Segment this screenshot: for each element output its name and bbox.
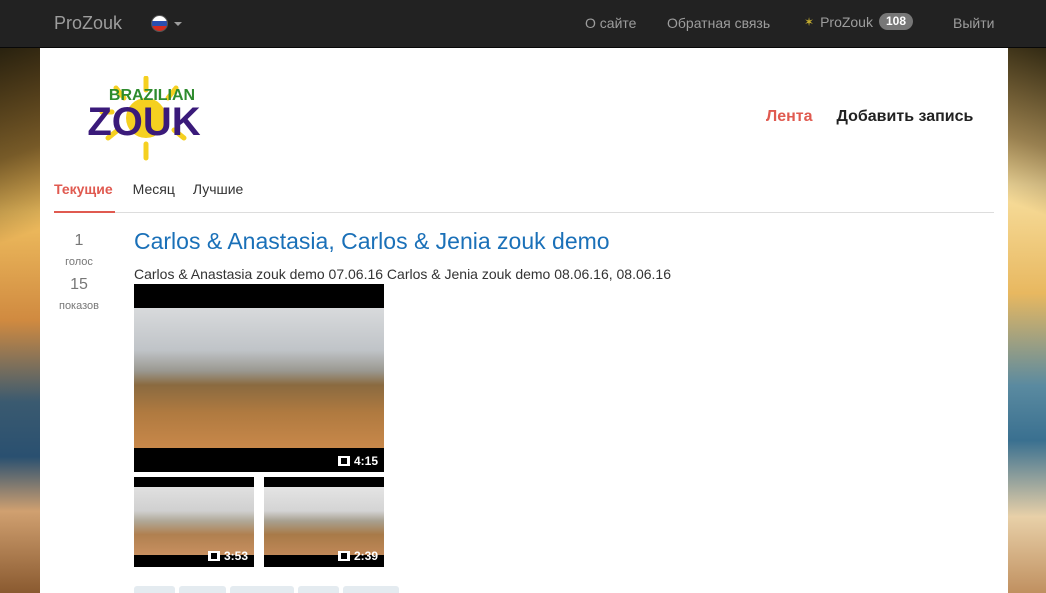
chevron-down-icon <box>174 21 182 26</box>
post-description: Carlos & Anastasia zouk demo 07.06.16 Ca… <box>134 266 672 282</box>
language-dropdown[interactable] <box>151 15 182 32</box>
tab-feed[interactable]: Лента <box>766 108 813 126</box>
tag-chip[interactable] <box>230 586 294 593</box>
nav-about-link[interactable]: О сайте <box>585 15 636 31</box>
russian-flag-icon <box>151 15 168 32</box>
tag-chip[interactable] <box>298 586 339 593</box>
video-duration: 4:15 <box>337 454 378 468</box>
post-tags <box>134 586 399 593</box>
film-icon <box>207 551 220 561</box>
main-container: BRAZILIAN ZOUK Лента Добавить запись Тек… <box>40 48 1008 593</box>
video-thumbnail-second[interactable]: 3:53 <box>134 477 254 567</box>
svg-text:ZOUK: ZOUK <box>87 100 200 144</box>
nav-logout-link[interactable]: Выйти <box>953 15 994 31</box>
user-count-badge: 108 <box>878 13 914 30</box>
background-right-decoration <box>1008 48 1046 593</box>
tab-best[interactable]: Лучшие <box>193 171 253 213</box>
video-duration: 2:39 <box>337 549 378 563</box>
tab-current[interactable]: Текущие <box>54 171 115 213</box>
vote-label: голос <box>65 256 93 268</box>
brand-link[interactable]: ProZouk <box>54 13 122 34</box>
tag-chip[interactable] <box>343 586 399 593</box>
dance-studio-frame <box>134 308 384 448</box>
dance-studio-frame <box>264 487 384 555</box>
film-icon <box>337 456 350 466</box>
nav-feedback-link[interactable]: Обратная связь <box>667 15 770 31</box>
view-label: показов <box>58 300 99 312</box>
top-navbar: ProZouk О сайте Обратная связь ✶ ProZouk… <box>0 0 1046 48</box>
video-thumbnail-main[interactable]: 4:15 <box>134 284 384 472</box>
nav-user-name: ProZouk <box>820 13 873 30</box>
video-thumbnail-third[interactable]: 2:39 <box>264 477 384 567</box>
vote-count[interactable]: 1 <box>54 232 104 250</box>
post-title[interactable]: Carlos & Anastasia, Carlos & Jenia zouk … <box>134 228 610 255</box>
brazilian-zouk-logo[interactable]: BRAZILIAN ZOUK <box>66 76 226 161</box>
background-left-decoration <box>0 48 40 593</box>
dance-studio-frame <box>134 487 254 555</box>
tab-add-post[interactable]: Добавить запись <box>837 108 974 126</box>
video-duration: 3:53 <box>207 549 248 563</box>
tag-chip[interactable] <box>179 586 226 593</box>
film-icon <box>337 551 350 561</box>
post-stats: 1 голос 15 показов <box>54 232 104 320</box>
period-tabs: Текущие Месяц Лучшие <box>54 171 994 213</box>
top-tabs: Лента Добавить запись <box>766 108 973 126</box>
view-count: 15 <box>70 276 88 293</box>
sun-user-icon: ✶ <box>804 14 815 29</box>
tab-month[interactable]: Месяц <box>133 171 185 213</box>
tag-chip[interactable] <box>134 586 175 593</box>
nav-user-link[interactable]: ✶ ProZouk 108 <box>804 13 914 30</box>
